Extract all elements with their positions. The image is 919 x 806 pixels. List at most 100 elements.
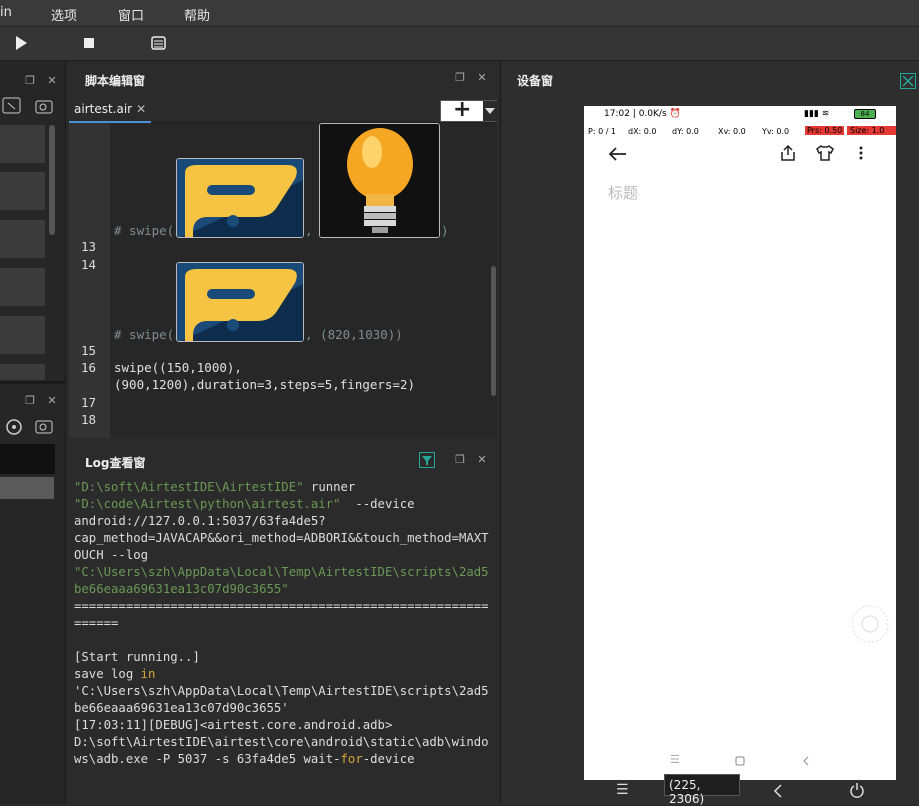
- template-image-thumbnail[interactable]: [176, 262, 304, 342]
- tab-close-icon[interactable]: ✕: [136, 102, 146, 116]
- log-text: android://127.0.0.1:5037/63fa4de5?: [74, 514, 326, 528]
- menu-item-options[interactable]: 选项: [51, 5, 77, 24]
- list-item[interactable]: [0, 220, 45, 258]
- log-keyword: for: [340, 752, 363, 766]
- code-editor[interactable]: 13 14 15 16 17 18 # swipe( , ) # swipe( …: [69, 123, 497, 438]
- device-header: 设备窗: [501, 61, 919, 97]
- add-tab-button[interactable]: +: [440, 97, 497, 122]
- log-text: "D:\code\Airtest\python\airtest.air": [74, 497, 341, 511]
- float-icon[interactable]: ❐: [454, 72, 466, 84]
- editor-title: 脚本编辑窗: [85, 74, 146, 88]
- coordinate-tooltip: (225, 2306): [664, 774, 740, 806]
- code-comment: ): [441, 223, 449, 238]
- line-number: 14: [81, 257, 97, 272]
- editor-tab-bar: airtest.air ✕ +: [69, 97, 497, 123]
- line-number: 18: [81, 412, 97, 427]
- close-icon[interactable]: ✕: [476, 72, 488, 84]
- menu-bar: in 选项 窗口 帮助: [0, 0, 919, 27]
- code-comment: # swipe(: [114, 327, 175, 342]
- menu-item-window[interactable]: 窗口: [118, 5, 144, 24]
- signal-icon: ▮▮▮ ≋: [804, 109, 830, 119]
- list-item[interactable]: [0, 268, 45, 306]
- float-icon[interactable]: ❐: [454, 454, 466, 466]
- device-title: 设备窗: [517, 74, 554, 88]
- code-comment: , (820,1030)): [305, 327, 403, 342]
- log-text: [17:03:11][DEBUG]<airtest.core.android.a…: [74, 718, 393, 732]
- script-editor-pane: 脚本编辑窗 ❐ ✕ airtest.air ✕ + 13 14 15 16 17 …: [69, 61, 497, 438]
- log-list-icon[interactable]: [151, 36, 166, 50]
- power-icon[interactable]: [849, 782, 865, 798]
- record-icon[interactable]: [34, 97, 56, 115]
- pointer-dx: dX: 0.0: [628, 127, 657, 136]
- pointer-size: Size: 1.0: [847, 126, 896, 135]
- share-icon[interactable]: [779, 144, 797, 162]
- log-text: cap_method=JAVACAP&&ori_method=ADBORI&&t…: [74, 531, 489, 562]
- log-text: ========================================…: [74, 599, 489, 630]
- stop-icon[interactable]: [83, 37, 95, 49]
- log-title: Log查看窗: [85, 456, 146, 470]
- camera-icon[interactable]: [34, 417, 56, 435]
- code-line: (900,1200),duration=3,steps=5,fingers=2): [114, 377, 416, 392]
- shirt-icon[interactable]: [815, 144, 835, 162]
- list-item[interactable]: [0, 172, 45, 210]
- device-menu-icon[interactable]: ☰: [616, 782, 629, 798]
- line-number: 15: [81, 343, 97, 358]
- close-icon[interactable]: ✕: [476, 454, 488, 466]
- device-back-icon[interactable]: [773, 784, 783, 798]
- log-text: save log: [74, 667, 141, 681]
- log-text: -device: [362, 752, 415, 766]
- close-icon[interactable]: ✕: [46, 395, 58, 407]
- screenshot-icon[interactable]: [2, 97, 22, 115]
- log-output[interactable]: "D:\soft\AirtestIDE\AirtestIDE" runner "…: [74, 479, 494, 768]
- plus-icon: +: [453, 97, 472, 122]
- template-image-thumbnail[interactable]: [176, 158, 304, 238]
- code-line: swipe((150,1000),: [114, 360, 242, 375]
- menu-item-file[interactable]: in: [0, 5, 12, 20]
- line-number: 16: [81, 360, 97, 375]
- line-number: 13: [81, 239, 97, 254]
- tab-label: airtest.air: [74, 102, 133, 116]
- list-item[interactable]: [0, 364, 45, 380]
- log-text: runner: [303, 480, 356, 494]
- tools-icon[interactable]: [900, 73, 916, 89]
- home-icon[interactable]: [735, 756, 745, 766]
- float-icon[interactable]: ❐: [24, 75, 36, 87]
- menu-item-help[interactable]: 帮助: [184, 5, 210, 24]
- floating-ball-icon[interactable]: [850, 604, 890, 644]
- back-icon[interactable]: [802, 756, 810, 766]
- list-item[interactable]: [0, 477, 54, 499]
- log-text: --device: [340, 497, 415, 511]
- refresh-icon[interactable]: [4, 417, 24, 437]
- template-image-thumbnail[interactable]: [319, 123, 440, 238]
- log-pane: Log查看窗 ❐ ✕ "D:\soft\AirtestIDE\AirtestID…: [69, 443, 497, 804]
- more-vertical-icon[interactable]: [858, 145, 864, 161]
- filter-icon[interactable]: [419, 452, 435, 468]
- tab-airtest-air[interactable]: airtest.air ✕: [69, 97, 151, 123]
- divider: [0, 381, 66, 384]
- pointer-count: P: 0 / 1: [588, 127, 617, 136]
- log-text: "C:\Users\szh\AppData\Local\Temp\Airtest…: [74, 565, 489, 596]
- device-screen[interactable]: 17:02 | 0.0K/s ⏰ ▮▮▮ ≋ 84 P: 0 / 1 dX: 0…: [584, 106, 896, 780]
- device-pane: 设备窗 17:02 | 0.0K/s ⏰ ▮▮▮ ≋ 84 P: 0 / 1 d…: [500, 61, 919, 806]
- phone-status-bar: 17:02 | 0.0K/s ⏰ ▮▮▮ ≋ 84 P: 0 / 1 dX: 0…: [584, 106, 896, 138]
- pointer-dy: dY: 0.0: [672, 127, 699, 136]
- line-gutter: [69, 123, 110, 438]
- list-item[interactable]: [0, 125, 45, 163]
- toolbar: [0, 27, 919, 61]
- left-dock-pane: ❐ ✕ ❐ ✕: [0, 61, 66, 804]
- lightbulb-image: [320, 124, 439, 237]
- scrollbar[interactable]: [49, 125, 55, 235]
- page-title: 标题: [608, 184, 639, 202]
- editor-scrollbar[interactable]: [491, 266, 496, 396]
- back-arrow-icon[interactable]: [608, 146, 628, 162]
- close-icon[interactable]: ✕: [46, 75, 58, 87]
- pointer-pressure: Prs: 0.50: [805, 126, 845, 135]
- code-comment: # swipe(: [114, 223, 175, 238]
- battery-icon: 84: [854, 109, 876, 119]
- float-icon[interactable]: ❐: [24, 395, 36, 407]
- recents-icon[interactable]: ☰: [670, 753, 680, 766]
- list-item[interactable]: [0, 316, 45, 354]
- log-keyword: in: [140, 667, 156, 681]
- run-icon[interactable]: [14, 35, 28, 51]
- selected-item[interactable]: [0, 444, 55, 474]
